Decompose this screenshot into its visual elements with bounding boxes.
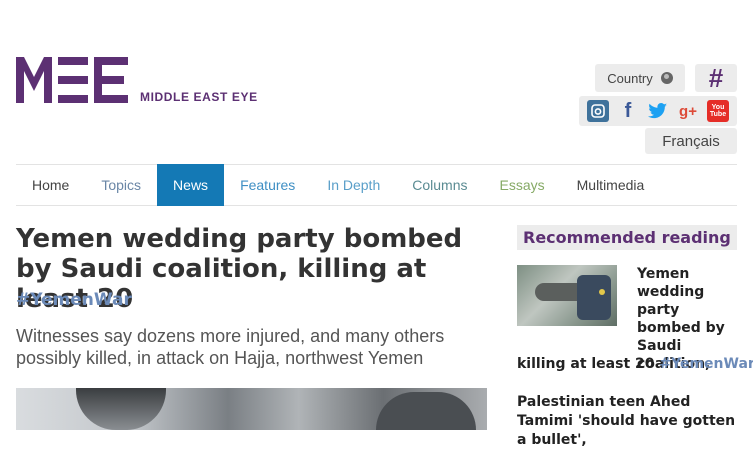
main-nav: Home Topics News Features In Depth Colum…	[16, 164, 737, 206]
mee-logo[interactable]	[16, 57, 128, 103]
country-selector[interactable]: Country	[595, 64, 685, 92]
facebook-icon[interactable]: f	[617, 100, 639, 122]
globe-icon	[660, 72, 673, 84]
article-standfirst: Witnesses say dozens more injured, and m…	[16, 326, 445, 368]
language-switch-button[interactable]: Français	[645, 128, 737, 154]
recommended-item-headline-end[interactable]: killing at least 20 #YemenWar	[517, 355, 753, 373]
instagram-icon[interactable]	[587, 100, 609, 122]
mee-logo-mark	[16, 57, 128, 103]
nav-item-home[interactable]: Home	[16, 165, 85, 205]
recommended-item-tag-link[interactable]: #YemenWar	[659, 356, 753, 372]
nav-item-multimedia[interactable]: Multimedia	[561, 165, 661, 205]
nav-item-news[interactable]: News	[157, 164, 225, 206]
thumbnail-shape	[599, 289, 605, 295]
social-links: f g+ You Tube	[579, 96, 737, 126]
google-plus-icon[interactable]: g+	[677, 100, 699, 122]
nav-item-in-depth[interactable]: In Depth	[311, 165, 396, 205]
twitter-icon[interactable]	[647, 100, 669, 122]
hero-image-shape	[76, 388, 166, 430]
brand-name[interactable]: MIDDLE EAST EYE	[140, 90, 258, 104]
recommended-item-headline-tail[interactable]: killing at least 20	[517, 356, 655, 372]
hashtag-button[interactable]: #	[695, 64, 737, 92]
hero-image-shape	[376, 392, 476, 430]
recommended-item-headline[interactable]: Palestinian teen Ahed Tamimi 'should hav…	[517, 393, 742, 450]
nav-item-essays[interactable]: Essays	[484, 165, 561, 205]
article-hero-image	[16, 388, 487, 430]
nav-item-columns[interactable]: Columns	[396, 165, 483, 205]
youtube-icon[interactable]: You Tube	[707, 100, 729, 122]
article-tag-link[interactable]: #YemenWar	[16, 290, 132, 310]
nav-item-topics[interactable]: Topics	[85, 165, 157, 205]
recommended-reading-heading: Recommended reading	[517, 225, 737, 250]
recommended-item-thumbnail[interactable]	[517, 265, 617, 326]
nav-item-features[interactable]: Features	[224, 165, 311, 205]
thumbnail-shape	[577, 275, 611, 320]
country-label: Country	[607, 70, 653, 86]
